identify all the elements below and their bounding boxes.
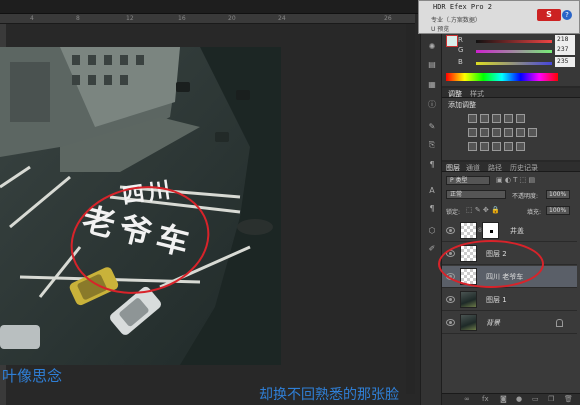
exposure-icon[interactable]	[504, 114, 513, 123]
layers-tabs: 图层 通道 路径 历史记录	[442, 162, 580, 172]
slider-red-value[interactable]: 218	[555, 35, 575, 45]
adjustment-icons-row-1	[468, 114, 558, 123]
hdr-popup-line1: 专业（.方案数据）	[431, 17, 481, 24]
path-icon[interactable]: ✐	[426, 244, 438, 254]
lock-label: 锁定:	[446, 209, 461, 216]
slider-blue[interactable]: B 235	[458, 57, 576, 68]
slider-green-track[interactable]	[476, 50, 552, 53]
hdr-popup-line2: U 预览	[431, 26, 450, 33]
slider-green[interactable]: G 237	[458, 45, 576, 56]
adjustment-layer-icon[interactable]: ●	[516, 395, 522, 403]
app-badge[interactable]: S	[537, 9, 561, 21]
layer-mask-thumbnail[interactable]	[482, 222, 499, 239]
adjustment-icons-row-2	[468, 128, 558, 137]
layer-row-layer1[interactable]: 图层 1	[442, 289, 577, 311]
paragraph-icon[interactable]: ¶	[426, 160, 438, 170]
slider-blue-value[interactable]: 235	[555, 57, 575, 67]
hdr-popup-title: HDR Efex Pro 2	[433, 3, 493, 11]
clone-icon[interactable]: ⎘	[426, 140, 438, 150]
layer-row-background[interactable]: 背景	[442, 312, 577, 334]
photo-filter-icon[interactable]	[504, 128, 513, 137]
visibility-eye-icon[interactable]	[446, 227, 455, 234]
foreground-swatch[interactable]	[446, 35, 458, 47]
adjustments-tabs: 调整 样式	[442, 88, 580, 98]
color-spectrum-bar[interactable]	[446, 73, 558, 81]
ruler-tick: 4	[30, 15, 34, 22]
visibility-eye-icon[interactable]	[446, 296, 455, 303]
3d-icon[interactable]: ⬡	[426, 226, 438, 236]
gradient-map-icon[interactable]	[504, 142, 513, 151]
blend-mode-dropdown[interactable]: 正常	[446, 190, 506, 199]
layer-name[interactable]: 井盖	[510, 226, 524, 236]
lyric-right: 却换不回熟悉的那张脸	[259, 387, 399, 403]
layer-name[interactable]: 图层 1	[486, 295, 507, 305]
group-icon[interactable]: ▭	[532, 395, 539, 403]
layers-bottom-bar: ∞ fx ◙ ● ▭ ❐ 🗑	[442, 393, 580, 405]
panel-icon-dock: ✺ ▤ ▦ ⓘ ✎ ⎘ ¶ A ¶ ⬡ ✐	[420, 0, 442, 405]
mixer-icon[interactable]	[516, 128, 525, 137]
layer-filter-dropdown[interactable]: P 类型	[446, 176, 490, 185]
layer-thumbnail	[460, 291, 477, 308]
hue-icon[interactable]	[468, 128, 477, 137]
character-icon[interactable]: A	[426, 186, 438, 196]
fill-field[interactable]: 100%	[546, 206, 570, 215]
brightness-icon[interactable]	[468, 114, 477, 123]
filter-icons: ▣ ◐ T ⬚ ▤	[496, 176, 536, 184]
bw-icon[interactable]	[492, 128, 501, 137]
opacity-field[interactable]: 100%	[546, 190, 570, 199]
lock-icon	[556, 319, 563, 327]
vibrance-icon[interactable]	[516, 114, 525, 123]
threshold-icon[interactable]	[492, 142, 501, 151]
adjustments-title: 添加调整	[448, 101, 476, 109]
selective-color-icon[interactable]	[516, 142, 525, 151]
invert-icon[interactable]	[468, 142, 477, 151]
ruler-tick: 24	[278, 15, 286, 22]
posterize-icon[interactable]	[480, 142, 489, 151]
layer-thumbnail	[460, 314, 477, 331]
annotation-circle-layers	[438, 240, 544, 288]
layer-thumbnail	[460, 222, 477, 239]
add-mask-icon[interactable]: ◙	[500, 395, 507, 403]
visibility-eye-icon[interactable]	[446, 319, 455, 326]
balance-icon[interactable]	[480, 128, 489, 137]
document-canvas[interactable]: 四川 老爷车	[0, 47, 281, 365]
lyric-left: 叶像思念	[2, 367, 63, 385]
slider-blue-track[interactable]	[476, 62, 552, 65]
ruler-tick: 16	[178, 15, 186, 22]
ruler-tick: 12	[126, 15, 134, 22]
canvas-vertical-scrollbar[interactable]	[406, 24, 415, 394]
slider-green-label: G	[458, 46, 464, 54]
document-tab-strip	[0, 0, 440, 14]
new-layer-icon[interactable]: ❐	[548, 395, 554, 403]
levels-icon[interactable]	[480, 114, 489, 123]
slider-blue-label: B	[458, 58, 463, 66]
slider-red-track[interactable]	[476, 40, 552, 43]
sun-icon[interactable]: ✺	[426, 42, 438, 52]
opacity-label: 不透明度:	[512, 193, 539, 200]
slider-green-value[interactable]: 237	[555, 45, 575, 55]
fill-label: 填充:	[527, 209, 542, 216]
ruler-tick: 8	[76, 15, 80, 22]
help-icon[interactable]: ?	[562, 10, 572, 20]
lock-icons: ⬚ ✎ ✥ 🔒	[466, 206, 500, 214]
histogram-icon[interactable]: ▤	[426, 60, 438, 70]
layer-name[interactable]: 背景	[486, 318, 500, 328]
paragraph-icon[interactable]: ¶	[426, 204, 438, 214]
lookup-icon[interactable]	[528, 128, 537, 137]
grid-icon[interactable]: ▦	[426, 80, 438, 90]
delete-layer-icon[interactable]: 🗑	[564, 395, 573, 403]
layer-row-manhole[interactable]: 8 井盖	[442, 220, 577, 242]
ruler-tick: 26	[384, 15, 392, 22]
horizontal-ruler: 4 8 12 16 20 24 26	[0, 14, 415, 24]
slider-red-label: R	[458, 36, 463, 44]
curves-icon[interactable]	[492, 114, 501, 123]
fx-icon[interactable]: fx	[482, 395, 489, 403]
link-layers-icon[interactable]: ∞	[464, 395, 470, 403]
adjustment-icons-row-3	[468, 142, 558, 151]
brush-icon[interactable]: ✎	[426, 122, 438, 132]
ruler-tick: 20	[228, 15, 236, 22]
info-icon[interactable]: ⓘ	[426, 100, 438, 110]
